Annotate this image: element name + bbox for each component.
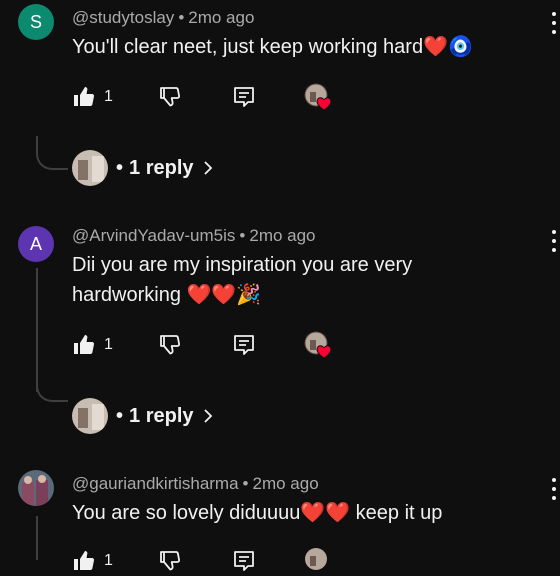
like-count: 1 <box>104 552 113 569</box>
author-name[interactable]: @ArvindYadav-um5is <box>72 226 235 245</box>
reply-button[interactable] <box>232 330 256 360</box>
reply-avatar <box>72 398 108 434</box>
more-options-icon[interactable] <box>548 230 560 252</box>
chevron-right-icon <box>203 161 212 175</box>
comment-actions: 1 <box>72 330 372 360</box>
reply-comment-icon <box>234 335 254 355</box>
comment-time[interactable]: 2mo ago <box>249 226 315 245</box>
like-count: 1 <box>104 88 113 105</box>
thread-curve <box>36 146 68 170</box>
comment-text-line: hardworking ❤️❤️🎉 <box>72 284 262 306</box>
thumbs-down-icon <box>160 87 181 107</box>
chevron-right-icon <box>203 409 212 423</box>
comment-actions: 1 <box>72 546 372 576</box>
avatar-letter: S <box>29 11 42 32</box>
dislike-button[interactable] <box>158 546 182 576</box>
reply-comment-icon <box>234 551 254 571</box>
profile-photo-icon <box>18 470 54 506</box>
comment-meta: @ArvindYadav-um5is • 2mo ago <box>72 226 316 246</box>
comment-text: You'll clear neet, just keep working har… <box>72 36 473 58</box>
comment-time[interactable]: 2mo ago <box>253 474 319 493</box>
view-replies-button[interactable]: • 1 reply <box>72 398 214 434</box>
reply-count: 1 reply <box>129 404 194 427</box>
reply-separator: • <box>116 156 124 179</box>
comment-meta: @gauriandkirtisharma • 2mo ago <box>72 474 319 494</box>
comment-actions: 1 <box>72 82 372 112</box>
dislike-button[interactable] <box>158 82 182 112</box>
author-avatar[interactable] <box>18 470 54 506</box>
meta-separator: • <box>178 8 185 27</box>
thumbs-up-icon <box>74 87 95 106</box>
more-options-icon[interactable] <box>548 12 560 34</box>
thread-line <box>36 268 38 392</box>
reply-button[interactable] <box>232 546 256 576</box>
reply-comment-icon <box>234 87 254 107</box>
creator-heart-avatar-icon <box>304 331 332 359</box>
meta-separator: • <box>239 226 246 245</box>
author-name[interactable]: @studytoslay <box>72 8 174 27</box>
comment-time[interactable]: 2mo ago <box>188 8 254 27</box>
view-replies-button[interactable]: • 1 reply <box>72 150 214 186</box>
thread-line <box>36 516 38 560</box>
reply-count: 1 reply <box>129 156 194 179</box>
thread-curve <box>36 378 68 402</box>
dislike-button[interactable] <box>158 330 182 360</box>
like-count: 1 <box>104 336 113 353</box>
reply-avatar <box>72 150 108 186</box>
reply-separator: • <box>116 404 124 427</box>
comment-text: Dii you are my inspiration you are very … <box>72 250 512 310</box>
more-options-icon[interactable] <box>548 478 560 500</box>
meta-separator: • <box>242 474 249 493</box>
comment-text-line: Dii you are my inspiration you are very <box>72 254 413 276</box>
creator-heart-avatar-icon <box>304 83 332 111</box>
comment-text: You are so lovely diduuuu❤️❤️ keep it up <box>72 502 443 524</box>
like-button[interactable]: 1 <box>72 546 113 576</box>
thumbs-down-icon <box>160 335 181 355</box>
creator-heart-avatar-icon <box>305 548 327 570</box>
reply-button[interactable] <box>232 82 256 112</box>
author-avatar[interactable]: A <box>18 226 54 262</box>
author-name[interactable]: @gauriandkirtisharma <box>72 474 239 493</box>
thumbs-up-icon <box>74 551 95 570</box>
like-button[interactable]: 1 <box>72 82 113 112</box>
avatar-letter: A <box>29 233 42 254</box>
author-avatar[interactable]: S <box>18 4 54 40</box>
thumbs-down-icon <box>160 551 181 571</box>
comment-meta: @studytoslay • 2mo ago <box>72 8 254 28</box>
like-button[interactable]: 1 <box>72 330 113 360</box>
thumbs-up-icon <box>74 335 95 354</box>
